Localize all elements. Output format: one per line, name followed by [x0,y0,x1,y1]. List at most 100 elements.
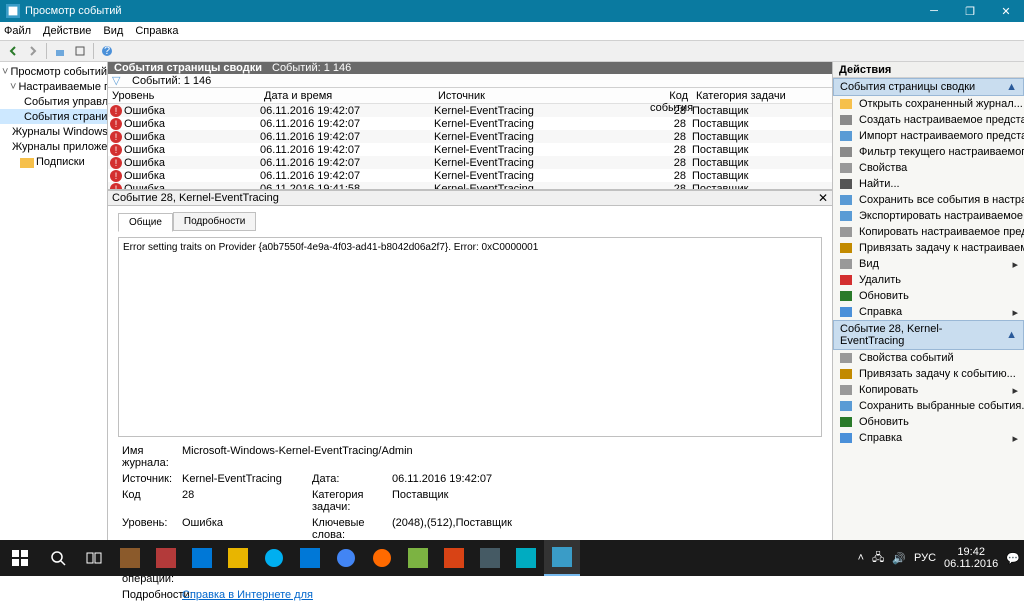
taskbar-search[interactable] [40,540,76,576]
maximize-button[interactable]: ❐ [952,0,988,22]
tray-time: 19:42 [944,546,998,558]
col-level[interactable]: Уровень [108,88,260,103]
tree-node[interactable]: Журналы приложений и сл [0,139,107,154]
action-item[interactable]: Сохранить все события в настраиваемом пр… [833,192,1024,208]
tray-clock[interactable]: 19:42 06.11.2016 [944,546,998,570]
action-item[interactable]: Найти... [833,176,1024,192]
action-item[interactable]: Удалить [833,272,1024,288]
detail-close-button[interactable]: ✕ [818,191,828,205]
up-button[interactable] [51,42,69,60]
error-icon: ! [110,157,122,169]
help-button[interactable]: ? [98,42,116,60]
forward-button[interactable] [24,42,42,60]
action-item[interactable]: Экспортировать настраиваемое представлен… [833,208,1024,224]
action-item[interactable]: Фильтр текущего настраиваемого представл… [833,144,1024,160]
action-item[interactable]: Обновить [833,288,1024,304]
action-item[interactable]: Привязать задачу к событию... [833,366,1024,382]
table-row[interactable]: !Ошибка06.11.2016 19:41:58Kernel-EventTr… [108,182,832,190]
action-item[interactable]: Свойства [833,160,1024,176]
table-row[interactable]: !Ошибка06.11.2016 19:42:07Kernel-EventTr… [108,143,832,156]
minimize-button[interactable]: ─ [916,0,952,22]
action-item[interactable]: Сохранить выбранные события... [833,398,1024,414]
col-category[interactable]: Категория задачи [692,88,792,103]
tray-lang[interactable]: РУС [914,552,936,564]
start-button[interactable] [0,540,40,576]
titlebar: Просмотр событий ─ ❐ ✕ [0,0,1024,22]
action-item[interactable]: Вид▸ [833,256,1024,272]
action-label: Открыть сохраненный журнал... [859,98,1023,110]
taskbar-app-3[interactable] [184,540,220,576]
submenu-arrow-icon: ▸ [1012,306,1018,319]
taskbar-app-7[interactable] [328,540,364,576]
list-header: События страницы сводки Событий: 1 146 [108,62,832,74]
lbl-logname: Имя журнала: [122,445,182,469]
taskbar-app-1[interactable] [112,540,148,576]
menu-help[interactable]: Справка [135,25,178,37]
action-label: Найти... [859,178,900,190]
taskbar-app-4[interactable] [220,540,256,576]
refresh-icon [839,290,853,302]
tray-chevron-icon[interactable]: ˄ [858,552,864,564]
action-item[interactable]: Обновить [833,414,1024,430]
action-item[interactable]: Свойства событий [833,350,1024,366]
action-item[interactable]: Справка▸ [833,430,1024,446]
props-button[interactable] [71,42,89,60]
system-tray[interactable]: ˄ 🖧 🔊 РУС 19:42 06.11.2016 💬 [858,546,1024,570]
table-row[interactable]: !Ошибка06.11.2016 19:42:07Kernel-EventTr… [108,104,832,117]
tab-details[interactable]: Подробности [173,212,256,231]
col-source[interactable]: Источник [434,88,646,103]
actions-title: Действия [833,62,1024,78]
menu-file[interactable]: Файл [4,25,31,37]
menu-action[interactable]: Действие [43,25,91,37]
col-date[interactable]: Дата и время [260,88,434,103]
taskbar-app-6[interactable] [292,540,328,576]
taskbar-eventviewer[interactable] [544,540,580,576]
taskbar-app-5[interactable] [256,540,292,576]
tree-node[interactable]: ˅Настраиваемые представл [0,79,107,94]
tray-volume-icon[interactable]: 🔊 [892,552,906,565]
center-pane: События страницы сводки Событий: 1 146 ▽… [108,62,832,540]
taskbar-app-8[interactable] [364,540,400,576]
tree-node[interactable]: События управления [0,94,107,109]
collapse-icon: ▲ [1006,81,1017,93]
back-button[interactable] [4,42,22,60]
tree-node[interactable]: ˅Просмотр событий (Локальн [0,64,107,79]
table-row[interactable]: !Ошибка06.11.2016 19:42:07Kernel-EventTr… [108,130,832,143]
action-item[interactable]: Копировать▸ [833,382,1024,398]
action-item[interactable]: Привязать задачу к настраиваемому предст… [833,240,1024,256]
event-grid[interactable]: Уровень Дата и время Источник Код событи… [108,88,832,190]
actions-section-2[interactable]: Событие 28, Kernel-EventTracing ▲ [833,320,1024,350]
action-item[interactable]: Импорт настраиваемого представления... [833,128,1024,144]
taskbar-app-10[interactable] [436,540,472,576]
tab-general[interactable]: Общие [118,213,173,232]
taskbar-app-11[interactable] [472,540,508,576]
action-item[interactable]: Создать настраиваемое представление... [833,112,1024,128]
close-button[interactable]: ✕ [988,0,1024,22]
tray-notifications-icon[interactable]: 💬 [1006,552,1020,565]
link-onlinehelp[interactable]: Справка в Интернете для [182,589,592,601]
table-row[interactable]: !Ошибка06.11.2016 19:42:07Kernel-EventTr… [108,156,832,169]
submenu-arrow-icon: ▸ [1012,432,1018,445]
tray-network-icon[interactable]: 🖧 [872,549,884,568]
col-eventid[interactable]: Код события [646,88,692,103]
val-logname: Microsoft-Windows-Kernel-EventTracing/Ad… [182,445,592,469]
taskbar-app-2[interactable] [148,540,184,576]
view-icon [839,258,853,270]
actions-section-1[interactable]: События страницы сводки ▲ [833,78,1024,96]
filter-icon: ▽ [112,74,126,87]
table-row[interactable]: !Ошибка06.11.2016 19:42:07Kernel-EventTr… [108,169,832,182]
tree-node[interactable]: События страницы сво [0,109,107,124]
action-item[interactable]: Открыть сохраненный журнал... [833,96,1024,112]
action-item[interactable]: Справка▸ [833,304,1024,320]
taskbar-app-12[interactable] [508,540,544,576]
taskbar-taskview[interactable] [76,540,112,576]
tree-node[interactable]: Подписки [0,154,107,169]
menu-view[interactable]: Вид [103,25,123,37]
taskbar-app-9[interactable] [400,540,436,576]
table-row[interactable]: !Ошибка06.11.2016 19:42:07Kernel-EventTr… [108,117,832,130]
action-label: Обновить [859,416,909,428]
lbl-id: Код [122,489,182,513]
action-item[interactable]: Копировать настраиваемое представление..… [833,224,1024,240]
tree-node[interactable]: Журналы Windows [0,124,107,139]
grid-header[interactable]: Уровень Дата и время Источник Код событи… [108,88,832,104]
